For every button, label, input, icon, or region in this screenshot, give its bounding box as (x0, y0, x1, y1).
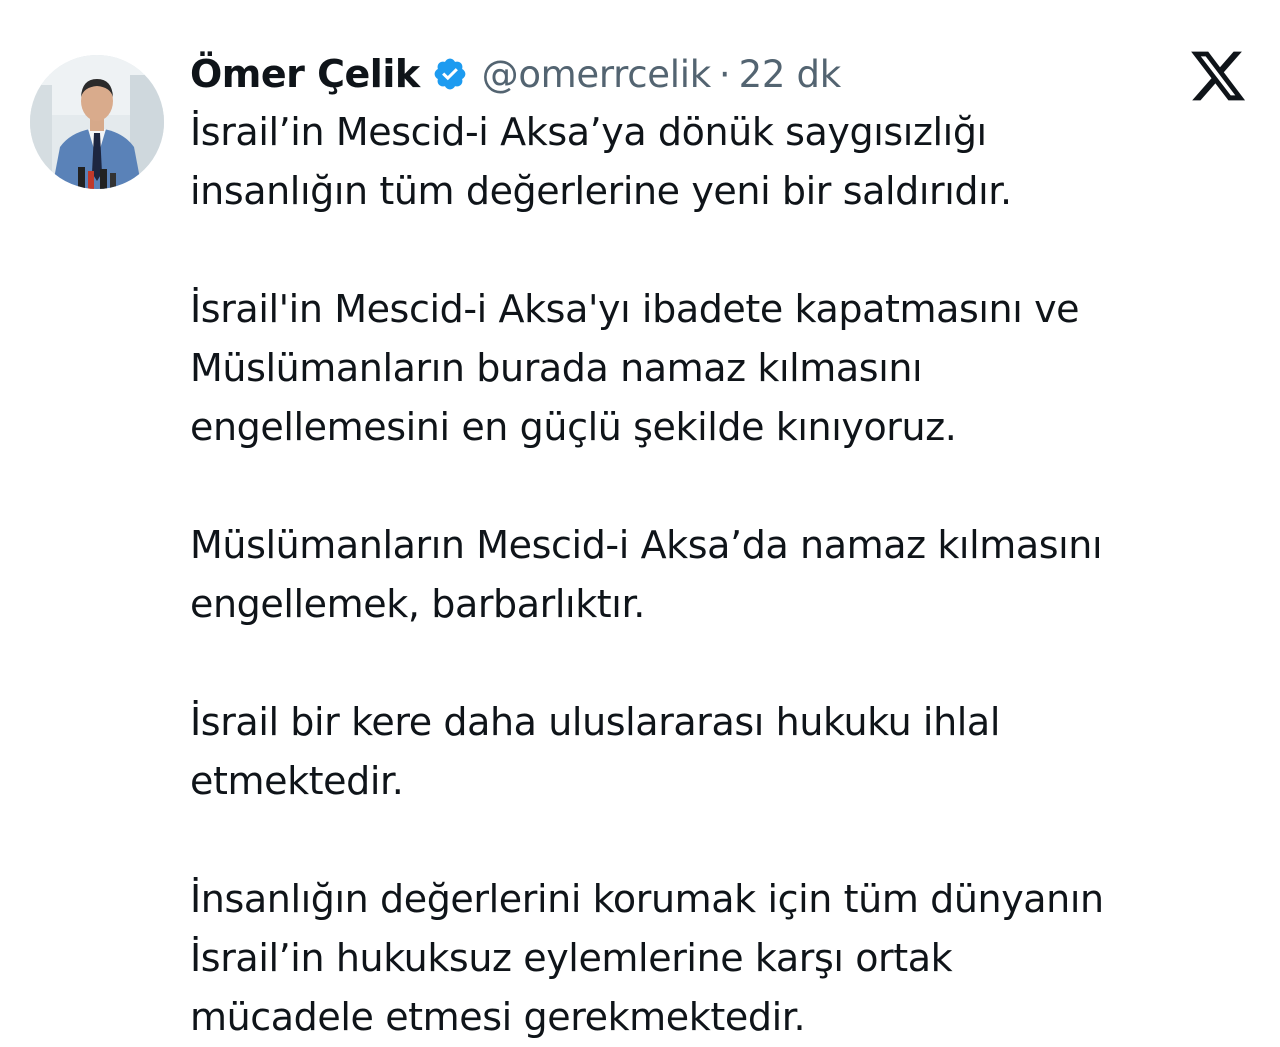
tweet-line: İnsanlığın değerlerini korumak için tüm … (190, 877, 1104, 921)
tweet-line: Müslümanların Mescid-i Aksa’da namaz kıl… (190, 523, 1103, 567)
author-display-name[interactable]: Ömer Çelik (190, 52, 420, 96)
tweet-line: engellemek, barbarlıktır. (190, 582, 645, 626)
tweet-line: İsrail'in Mescid-i Aksa'yı ibadete kapat… (190, 287, 1080, 331)
tweet-line: İsrail bir kere daha uluslararası hukuku… (190, 700, 1000, 744)
tweet-paragraph-2: İsrail'in Mescid-i Aksa'yı ibadete kapat… (190, 280, 1265, 457)
tweet-paragraph-5: İnsanlığın değerlerini korumak için tüm … (190, 870, 1265, 1047)
tweet-line: İsrail’in Mescid-i Aksa’ya dönük saygısı… (190, 110, 987, 154)
tweet-line: İsrail’in hukuksuz eylemlerine karşı ort… (190, 936, 953, 980)
tweet-paragraph-3: Müslümanların Mescid-i Aksa’da namaz kıl… (190, 516, 1265, 634)
tweet-line: etmektedir. (190, 759, 404, 803)
x-logo-icon[interactable] (1188, 46, 1248, 106)
tweet-paragraph-1: İsrail’in Mescid-i Aksa’ya dönük saygısı… (190, 103, 1265, 221)
tweet-paragraph-4: İsrail bir kere daha uluslararası hukuku… (190, 693, 1265, 811)
author-handle[interactable]: @omerrcelik (482, 53, 712, 96)
tweet-line: engellemesini en güçlü şekilde kınıyoruz… (190, 405, 957, 449)
tweet-line: Müslümanların burada namaz kılmasını (190, 346, 923, 390)
verified-badge-icon (432, 56, 468, 92)
avatar[interactable] (30, 55, 164, 189)
tweet-text: İsrail’in Mescid-i Aksa’ya dönük saygısı… (190, 103, 1265, 1047)
tweet-line: mücadele etmesi gerekmektedir. (190, 995, 806, 1039)
tweet-header: Ömer Çelik @omerrcelik · 22 dk (190, 46, 841, 102)
avatar-photo-icon (30, 55, 164, 189)
separator-dot: · (718, 52, 731, 96)
timestamp[interactable]: 22 dk (739, 53, 842, 96)
tweet-line: insanlığın tüm değerlerine yeni bir sald… (190, 169, 1012, 213)
tweet-card: Ömer Çelik @omerrcelik · 22 dk İsrail’in… (0, 0, 1280, 1045)
